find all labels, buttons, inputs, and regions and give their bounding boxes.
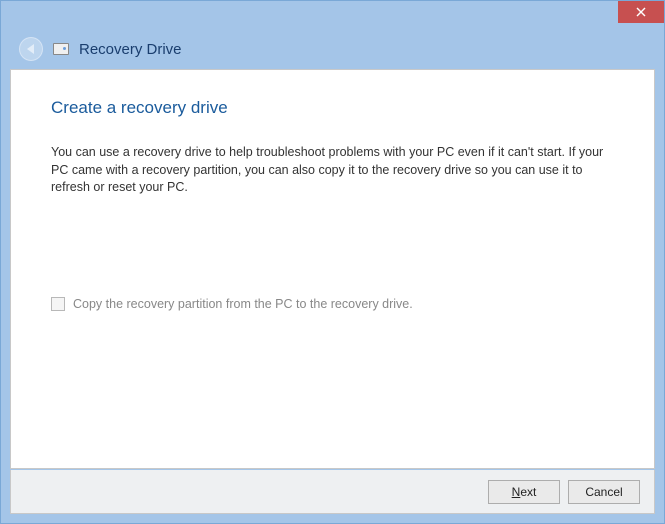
content-panel: Create a recovery drive You can use a re… [10, 69, 655, 469]
close-button[interactable] [618, 1, 664, 23]
footer-bar: Next Cancel [10, 470, 655, 514]
copy-partition-checkbox [51, 297, 65, 311]
page-title: Create a recovery drive [51, 98, 614, 118]
copy-partition-label: Copy the recovery partition from the PC … [73, 297, 413, 311]
close-icon [636, 7, 646, 17]
titlebar [1, 1, 664, 29]
cancel-button[interactable]: Cancel [568, 480, 640, 504]
header-bar: Recovery Drive [1, 29, 664, 69]
wizard-window: Recovery Drive Create a recovery drive Y… [0, 0, 665, 524]
header-title: Recovery Drive [79, 41, 182, 58]
copy-partition-option: Copy the recovery partition from the PC … [51, 297, 614, 311]
drive-icon [53, 43, 69, 55]
page-description: You can use a recovery drive to help tro… [51, 144, 614, 197]
back-arrow-icon [27, 44, 34, 54]
back-button[interactable] [19, 37, 43, 61]
next-button[interactable]: Next [488, 480, 560, 504]
